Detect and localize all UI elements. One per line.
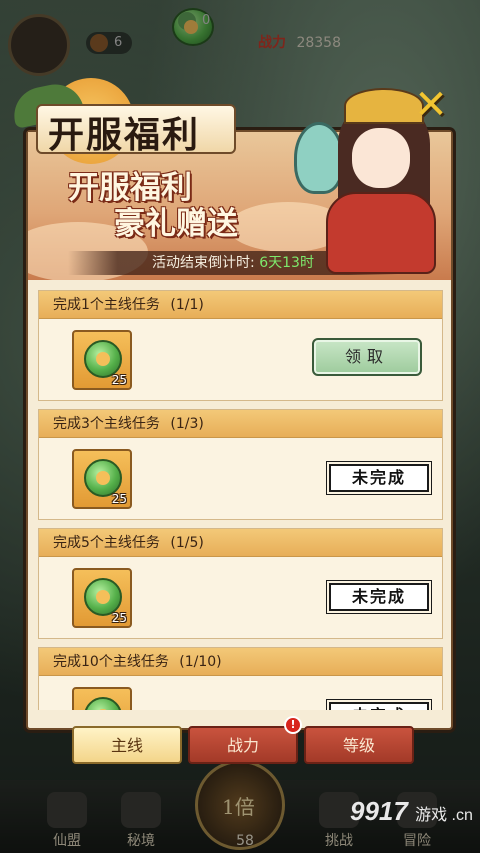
task-progress: (1/10) (179, 654, 222, 670)
incomplete-stamp: 未完成 (326, 461, 432, 495)
reward-count: 25 (111, 611, 127, 625)
jade-icon (84, 697, 122, 710)
task-header: 完成5个主线任务 (1/5) (39, 529, 442, 557)
task-card: 完成3个主线任务 (1/3) 25 未完成 (38, 409, 443, 520)
tab-level[interactable]: 等级 (304, 726, 414, 764)
tab-combat-power-label: 战力 (226, 736, 259, 755)
task-title: 完成5个主线任务 (53, 535, 160, 551)
reward-slot[interactable] (72, 687, 132, 710)
reward-count: 25 (111, 492, 127, 506)
task-card: 完成10个主线任务 (1/10) 未完成 (38, 647, 443, 710)
task-card: 完成5个主线任务 (1/5) 25 未完成 (38, 528, 443, 639)
task-title: 完成3个主线任务 (53, 416, 160, 432)
incomplete-stamp: 未完成 (326, 699, 432, 710)
character-face (350, 126, 412, 190)
reward-slot[interactable]: 25 (72, 330, 132, 390)
tab-level-label: 等级 (342, 736, 375, 755)
popup-title-badge: 开服福利 (6, 78, 246, 178)
banner-line-2: 豪礼赠送 (114, 206, 238, 242)
banner-headline: 开服福利 豪礼赠送 (68, 170, 298, 242)
popup-title: 开服福利 (48, 114, 201, 156)
task-card: 完成1个主线任务 (1/1) 25 领取 (38, 290, 443, 401)
watermark-main: 9917 (350, 796, 408, 826)
task-progress: (1/1) (170, 297, 204, 313)
claim-button[interactable]: 领取 (312, 338, 422, 376)
watermark-sub: 游戏 .cn (415, 807, 473, 824)
close-icon[interactable]: ✕ (410, 85, 452, 125)
reward-slot[interactable]: 25 (72, 568, 132, 628)
character-body (326, 192, 436, 274)
task-header: 完成3个主线任务 (1/3) (39, 410, 442, 438)
task-progress: (1/5) (170, 535, 204, 551)
task-header: 完成10个主线任务 (1/10) (39, 648, 442, 676)
tab-main-quest-label: 主线 (110, 736, 143, 755)
countdown-label: 活动结束倒计时: (152, 255, 260, 271)
task-title: 完成1个主线任务 (53, 297, 160, 313)
task-list[interactable]: 完成1个主线任务 (1/1) 25 领取 完成3个主线任务 (1/3) 25 未… (38, 290, 443, 710)
reward-slot[interactable]: 25 (72, 449, 132, 509)
task-header: 完成1个主线任务 (1/1) (39, 291, 442, 319)
notification-badge: ! (284, 716, 302, 734)
fan-icon (294, 122, 344, 194)
tab-combat-power[interactable]: 战力 ! (188, 716, 302, 764)
task-progress: (1/3) (170, 416, 204, 432)
tab-main-quest[interactable]: 主线 (72, 726, 182, 764)
site-watermark: 9917 游戏 .cn (350, 796, 476, 846)
task-category-tabs: 主线 战力 ! 等级 (72, 716, 414, 764)
incomplete-stamp: 未完成 (326, 580, 432, 614)
task-title: 完成10个主线任务 (53, 654, 169, 670)
reward-count: 25 (111, 373, 127, 387)
